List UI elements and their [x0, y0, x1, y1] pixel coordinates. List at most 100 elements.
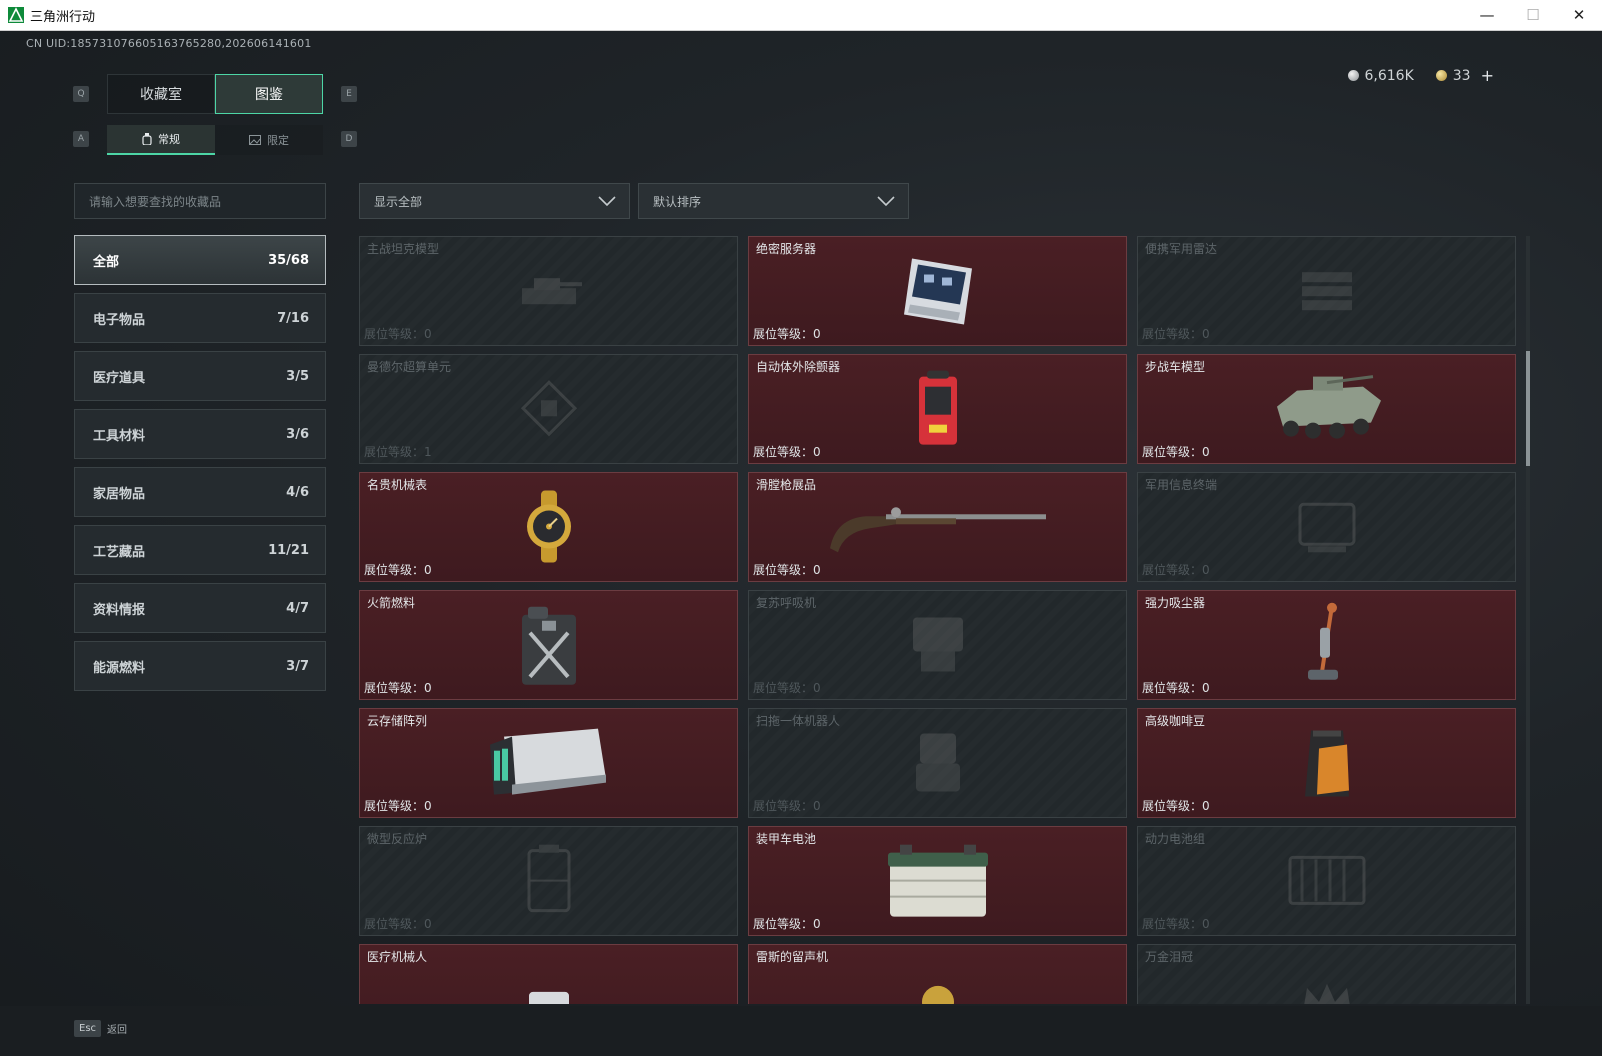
chevron-down-icon — [877, 196, 895, 207]
collection-card[interactable]: 便携军用雷达 展位等级：0 — [1137, 236, 1516, 346]
card-item-name: 主战坦克模型 — [367, 242, 440, 256]
card-display-level: 展位等级：0 — [364, 917, 432, 931]
card-display-level: 展位等级：0 — [753, 917, 821, 931]
key-hint-a: A — [73, 131, 89, 147]
subtab-regular[interactable]: 常规 — [107, 125, 215, 155]
filter-dropdown-value: 显示全部 — [374, 194, 423, 209]
silver-coin-icon — [1347, 70, 1359, 81]
category-label: 电子物品 — [93, 312, 146, 328]
card-display-level: 展位等级：0 — [364, 563, 432, 577]
collection-card[interactable]: 火箭燃料 展位等级：0 — [359, 590, 738, 700]
category-item-electronics[interactable]: 电子物品 7/16 — [74, 293, 326, 343]
collection-card[interactable]: 强力吸尘器 展位等级：0 — [1137, 590, 1516, 700]
maximize-button[interactable]: ☐ — [1510, 0, 1556, 31]
collection-card[interactable]: 微型反应炉展位等级：0 — [359, 826, 738, 936]
category-label: 家居物品 — [93, 486, 146, 502]
filter-dropdown[interactable]: 显示全部 — [359, 183, 630, 219]
category-item-tools[interactable]: 工具材料 3/6 — [74, 409, 326, 459]
tab-catalog[interactable]: 图鉴 — [215, 74, 323, 114]
category-item-medical[interactable]: 医疗道具 3/5 — [74, 351, 326, 401]
collection-grid: 主战坦克模型 展位等级：0 绝密服务器 展位等级：0 便携军用雷达 展位等级：0 曼德尔超算… — [359, 236, 1519, 1004]
sort-dropdown[interactable]: 默认排序 — [638, 183, 909, 219]
ifv-icon — [1267, 371, 1387, 451]
silver-amount: 6,616K — [1364, 67, 1414, 84]
main-tabs: 收藏室 图鉴 — [107, 74, 323, 114]
back-button[interactable]: Esc 返回 — [74, 1020, 127, 1037]
category-count: 35/68 — [268, 252, 309, 268]
subtab-limited[interactable]: 限定 — [215, 125, 323, 155]
card-display-level: 展位等级：0 — [1142, 799, 1210, 813]
app-logo-icon — [8, 7, 24, 23]
window-titlebar: 三角洲行动 — ☐ ✕ — [0, 0, 1602, 31]
category-count: 3/5 — [286, 368, 309, 384]
category-item-crafts[interactable]: 工艺藏品 11/21 — [74, 525, 326, 575]
card-display-level: 展位等级：0 — [1142, 563, 1210, 577]
collection-card[interactable]: 滑膛枪展品 展位等级：0 — [748, 472, 1127, 582]
grid-scrollbar[interactable] — [1526, 236, 1530, 1004]
category-item-all[interactable]: 全部 35/68 — [74, 235, 326, 285]
vacuum-icon — [1302, 602, 1352, 692]
card-display-level: 展位等级：0 — [1142, 917, 1210, 931]
back-label: 返回 — [107, 1025, 128, 1036]
category-item-intel[interactable]: 资料情报 4/7 — [74, 583, 326, 633]
image-icon — [249, 135, 261, 145]
player-uid: CN UID:18573107660516376528​0,2026061416… — [26, 37, 312, 50]
card-item-name: 曼德尔超算单元 — [367, 360, 452, 374]
card-item-name: 绝密服务器 — [756, 242, 817, 256]
collection-card[interactable]: 雷斯的留声机展位等级：0 — [748, 944, 1127, 1004]
collection-card[interactable]: 步战车模型 展位等级：0 — [1137, 354, 1516, 464]
category-label: 工具材料 — [93, 428, 146, 444]
storage-array-icon — [486, 723, 612, 807]
card-display-level: 展位等级：1 — [364, 445, 432, 459]
sort-dropdown-value: 默认排序 — [653, 194, 702, 209]
currency-bar: 6,616K 33 + — [1347, 66, 1494, 85]
reactor-icon — [519, 841, 579, 925]
collection-card[interactable]: 动力电池组 展位等级：0 — [1137, 826, 1516, 936]
add-currency-button[interactable]: + — [1481, 66, 1494, 85]
search-input[interactable]: 请输入想要查找的收藏品 — [74, 183, 326, 219]
server-icon — [898, 255, 978, 331]
card-display-level: 展位等级：0 — [753, 681, 821, 695]
collection-card[interactable]: 高级咖啡豆 展位等级：0 — [1137, 708, 1516, 818]
category-count: 7/16 — [277, 310, 309, 326]
card-item-name: 复苏呼吸机 — [756, 596, 817, 610]
tab-collection-room[interactable]: 收藏室 — [107, 74, 215, 114]
category-item-fuel[interactable]: 能源燃料 3/7 — [74, 641, 326, 691]
minimize-button[interactable]: — — [1464, 0, 1510, 31]
watch-icon — [517, 490, 581, 567]
key-hint-e: E — [341, 86, 357, 102]
sub-tabs: 常规 限定 — [107, 125, 323, 155]
card-item-name: 微型反应炉 — [367, 832, 428, 846]
musket-icon — [826, 496, 1050, 560]
collection-card[interactable]: 自动体外除颤器 展位等级：0 — [748, 354, 1127, 464]
chip-icon — [519, 378, 579, 442]
collection-card[interactable]: 装甲车电池 展位等级：0 — [748, 826, 1127, 936]
card-display-level: 展位等级：0 — [364, 681, 432, 695]
robot-vacuum-icon — [908, 727, 968, 801]
card-display-level: 展位等级：0 — [753, 327, 821, 341]
category-label: 工艺藏品 — [93, 544, 146, 560]
game-viewport: CN UID:18573107660516376528​0,2026061416… — [0, 31, 1602, 1056]
collection-card[interactable]: 万金泪冠展位等级：0 — [1137, 944, 1516, 1004]
collection-card[interactable]: 绝密服务器展位等级：0 — [748, 236, 1127, 346]
card-display-level: 展位等级：0 — [364, 327, 432, 341]
category-count: 11/21 — [268, 542, 309, 558]
esc-key-hint: Esc — [74, 1020, 102, 1037]
close-button[interactable]: ✕ — [1556, 0, 1602, 31]
collection-card[interactable]: 云存储阵列 展位等级：0 — [359, 708, 738, 818]
card-item-name: 步战车模型 — [1145, 360, 1206, 374]
collection-card[interactable]: 医疗机械人展位等级：0 — [359, 944, 738, 1004]
card-item-name: 军用信息终端 — [1145, 478, 1218, 492]
defibrillator-icon — [913, 369, 963, 453]
category-item-household[interactable]: 家居物品 4/6 — [74, 467, 326, 517]
collection-card[interactable]: 扫拖一体机器人 展位等级：0 — [748, 708, 1127, 818]
collection-card[interactable]: 名贵机械表 展位等级：0 — [359, 472, 738, 582]
collection-card[interactable]: 主战坦克模型 展位等级：0 — [359, 236, 738, 346]
collection-card[interactable]: 军用信息终端 展位等级：0 — [1137, 472, 1516, 582]
card-display-level: 展位等级：0 — [753, 445, 821, 459]
collection-card[interactable]: 复苏呼吸机展位等级：0 — [748, 590, 1127, 700]
scrollbar-thumb[interactable] — [1526, 351, 1530, 466]
card-item-name: 云存储阵列 — [367, 714, 428, 728]
gramophone-icon — [913, 978, 963, 1004]
collection-card[interactable]: 曼德尔超算单元 展位等级：1 — [359, 354, 738, 464]
